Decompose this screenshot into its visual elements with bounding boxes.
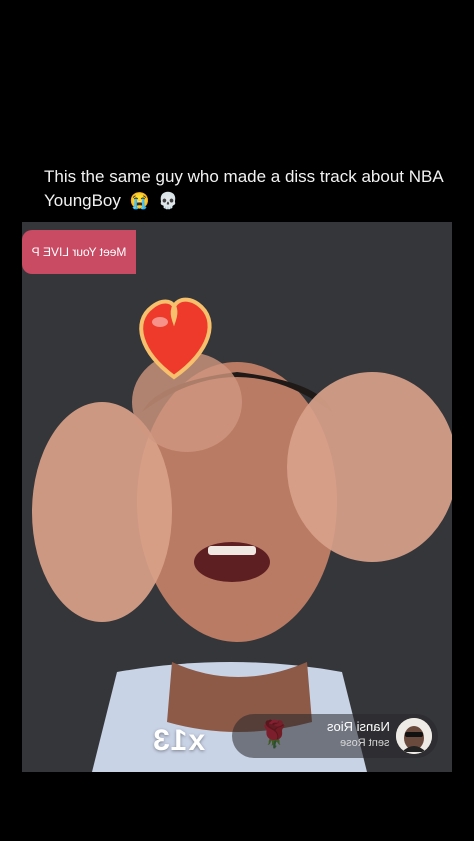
video-scene [22, 222, 452, 772]
right-hand [287, 372, 452, 562]
caption-text: This the same guy who made a diss track … [44, 167, 443, 210]
post-caption: This the same guy who made a diss track … [44, 165, 444, 214]
video-frame[interactable]: Meet Your LIVE P x13 🌹 Nansi Rios sent R… [22, 222, 452, 772]
avatar-image [396, 718, 432, 754]
gift-combo-count: x13 [152, 724, 206, 757]
skull-emoji-icon: 💀 [158, 192, 179, 210]
promo-banner-text: Meet Your LIVE P [31, 245, 127, 259]
crying-emoji-icon: 😭 [129, 192, 150, 210]
teeth [208, 546, 256, 555]
heart-shine [152, 317, 168, 327]
sender-avatar [396, 718, 432, 754]
promo-banner[interactable]: Meet Your LIVE P [22, 230, 136, 274]
gift-notification: Nansi Rios sent Rose [232, 714, 438, 758]
gift-sender-name: Nansi Rios [327, 719, 390, 734]
gift-action-text: sent Rose [340, 737, 390, 749]
